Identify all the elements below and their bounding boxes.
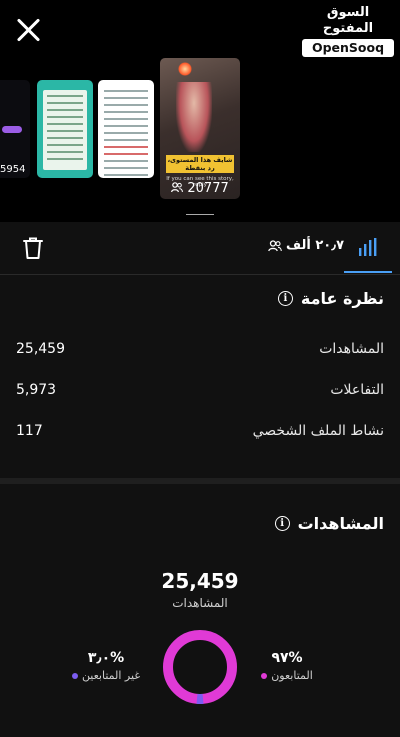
views-total: 25,459	[161, 569, 239, 593]
views-total-label: المشاهدات	[172, 596, 228, 610]
overview-title-text: نظرة عامة	[300, 289, 384, 308]
chat-bubble	[2, 126, 22, 133]
non-followers-legend-dot	[71, 672, 78, 679]
bar-chart-icon	[359, 238, 377, 256]
document-preview	[43, 90, 87, 170]
donut-followers-arc	[163, 630, 237, 704]
overview-title: نظرة عامة i	[277, 289, 384, 308]
followers-caption: المتابعون	[252, 669, 322, 682]
followers-legend-dot	[261, 672, 268, 679]
story-thumbnail-3[interactable]	[98, 80, 154, 178]
story-thumbnail-2[interactable]	[37, 80, 93, 178]
person-image	[176, 82, 212, 152]
non-followers-caption: غير المتابعين	[66, 669, 146, 682]
story-viewers-count: 20777	[187, 181, 229, 196]
followers-stat: %٩٧ المتابعون	[252, 650, 322, 682]
views-title: المشاهدات i	[274, 514, 384, 533]
story-thumbnail-selected[interactable]: شايف هذا المستوى، رد بنقطة If you can se…	[160, 58, 240, 199]
non-followers-label: غير المتابعين	[81, 669, 141, 682]
tab-viewers-label: ٢٠٫٧ ألف	[286, 238, 345, 253]
brand-english: OpenSooq	[302, 39, 394, 57]
story-caption: شايف هذا المستوى، رد بنقطة	[166, 155, 234, 173]
story-viewers: 20777	[160, 181, 240, 196]
followers-percent: %٩٧	[271, 650, 303, 666]
tab-insights[interactable]	[344, 222, 392, 273]
views-donut-chart	[163, 630, 237, 704]
overview-value: 25,459	[16, 341, 65, 357]
opensooq-watermark: السوق المفتوح OpenSooq	[302, 5, 394, 57]
active-tab-underline	[344, 271, 392, 273]
overview-section: نظرة عامة i 25,459 المشاهدات 5,973 التفا…	[0, 275, 400, 478]
close-icon[interactable]	[16, 17, 42, 43]
people-icon	[268, 240, 282, 252]
non-followers-stat: %٣٫٠ غير المتابعين	[66, 650, 146, 682]
overview-value: 5,973	[16, 382, 57, 398]
tab-viewers[interactable]: ٢٠٫٧ ألف	[268, 234, 344, 258]
trash-icon[interactable]	[22, 236, 44, 260]
insights-tab-bar: ٢٠٫٧ ألف	[0, 222, 400, 275]
info-icon[interactable]: i	[277, 291, 293, 306]
story-view-count: 5954	[0, 164, 26, 175]
views-section: المشاهدات i 25,459 المشاهدات %٩٧ المتابع…	[0, 484, 400, 737]
info-icon[interactable]: i	[274, 516, 290, 531]
story-thumbnail-1[interactable]: 5954	[0, 80, 30, 178]
flare-image	[178, 62, 192, 76]
story-strip: السوق المفتوح OpenSooq 5954 شايف هذا الم…	[0, 0, 400, 222]
overview-value: 117	[16, 423, 43, 439]
brand-arabic: السوق المفتوح	[322, 5, 374, 36]
views-title-text: المشاهدات	[297, 514, 384, 533]
overview-label: المشاهدات	[319, 341, 384, 357]
overview-label: نشاط الملف الشخصي	[252, 423, 384, 439]
people-icon	[171, 182, 184, 193]
non-followers-percent: %٣٫٠	[87, 650, 125, 666]
followers-label: المتابعون	[271, 669, 313, 682]
overview-label: التفاعلات	[330, 382, 384, 398]
selected-indicator	[186, 214, 214, 215]
